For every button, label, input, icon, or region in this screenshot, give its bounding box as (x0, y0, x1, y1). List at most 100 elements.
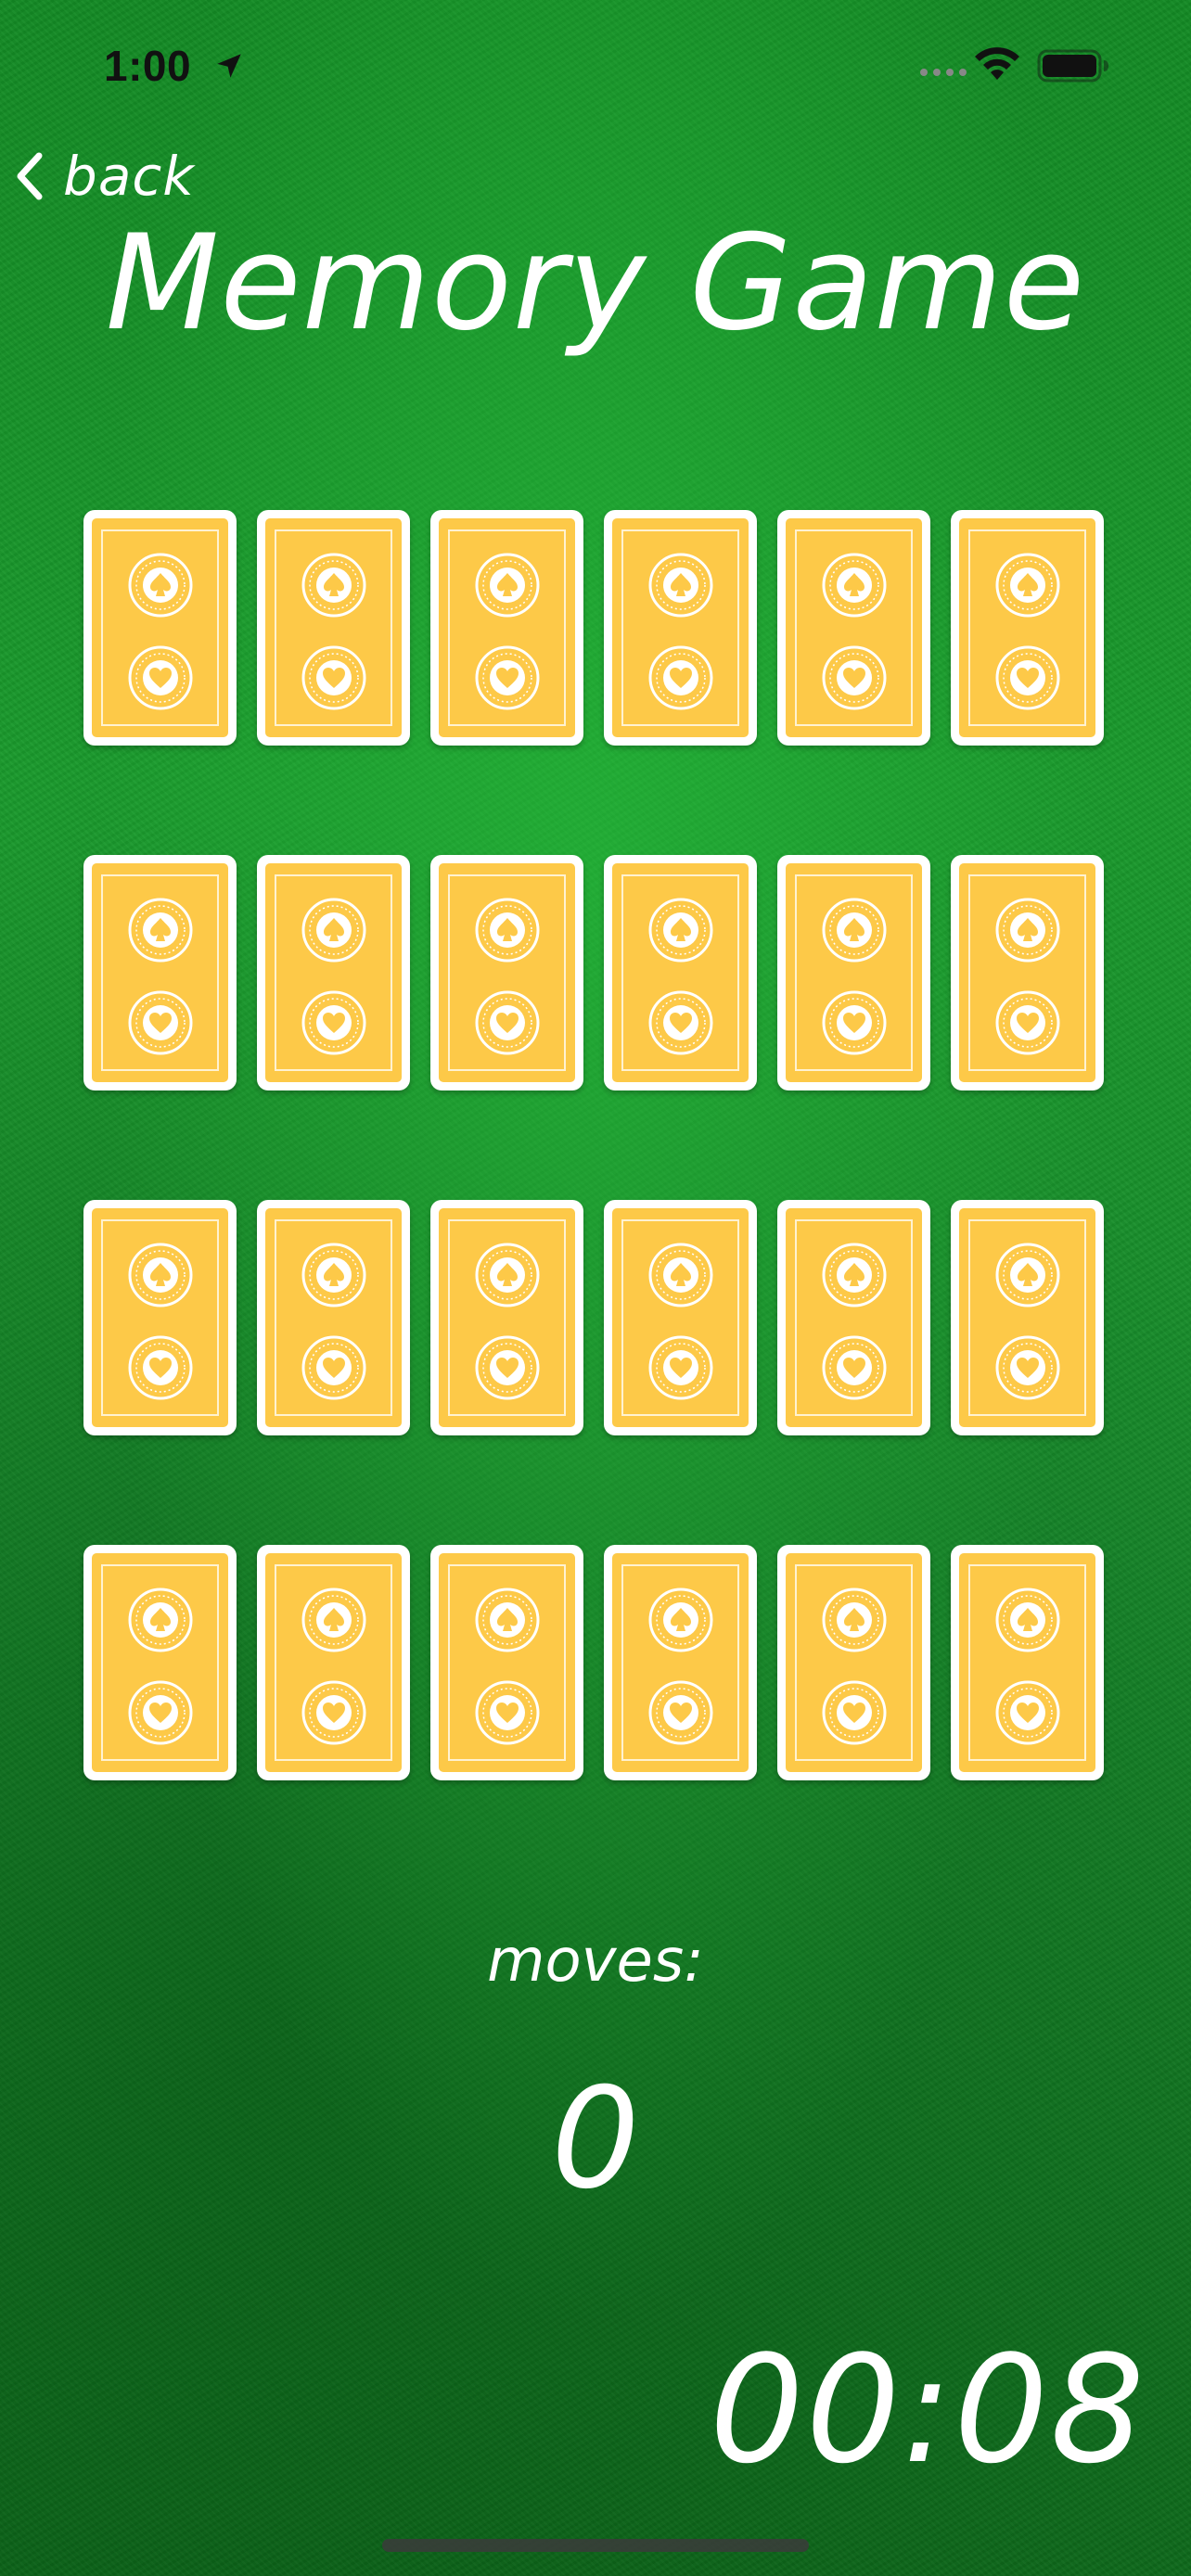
card-3-2[interactable] (257, 1200, 410, 1435)
status-bar: 1:00 (0, 0, 1191, 130)
cellular-signal-icon (920, 69, 967, 76)
heart-emblem-icon (475, 1680, 539, 1745)
card-1-3[interactable] (430, 510, 583, 746)
heart-emblem-icon (475, 645, 539, 710)
card-4-2[interactable] (257, 1545, 410, 1780)
spade-emblem-icon (648, 1243, 712, 1307)
heart-emblem-icon (822, 1335, 886, 1400)
heart-emblem-icon (475, 1335, 539, 1400)
card-back (612, 1553, 749, 1772)
heart-emblem-icon (995, 1335, 1059, 1400)
wifi-icon (975, 47, 1019, 80)
heart-emblem-icon (822, 645, 886, 710)
heart-emblem-icon (648, 990, 712, 1055)
card-2-1[interactable] (83, 855, 237, 1090)
card-back (439, 863, 575, 1082)
card-back (265, 518, 402, 737)
card-back (265, 1208, 402, 1427)
heart-emblem-icon (648, 1680, 712, 1745)
spade-emblem-icon (128, 1243, 192, 1307)
spade-emblem-icon (475, 1243, 539, 1307)
card-1-4[interactable] (604, 510, 757, 746)
spade-emblem-icon (822, 553, 886, 618)
card-4-4[interactable] (604, 1545, 757, 1780)
spade-emblem-icon (128, 553, 192, 618)
card-back (265, 1553, 402, 1772)
card-back (612, 518, 749, 737)
spade-emblem-icon (128, 1588, 192, 1652)
card-4-6[interactable] (951, 1545, 1104, 1780)
card-3-3[interactable] (430, 1200, 583, 1435)
card-2-2[interactable] (257, 855, 410, 1090)
card-back (92, 1208, 228, 1427)
card-back (439, 1208, 575, 1427)
location-arrow-icon (217, 54, 241, 78)
spade-emblem-icon (822, 898, 886, 963)
card-2-4[interactable] (604, 855, 757, 1090)
card-1-5[interactable] (777, 510, 930, 746)
back-label: back (63, 145, 195, 208)
heart-emblem-icon (301, 1335, 365, 1400)
heart-emblem-icon (475, 990, 539, 1055)
spade-emblem-icon (475, 553, 539, 618)
spade-emblem-icon (995, 898, 1059, 963)
spade-emblem-icon (822, 1588, 886, 1652)
card-4-3[interactable] (430, 1545, 583, 1780)
heart-emblem-icon (301, 990, 365, 1055)
spade-emblem-icon (475, 1588, 539, 1652)
heart-emblem-icon (128, 1335, 192, 1400)
card-back (786, 518, 922, 737)
heart-emblem-icon (128, 645, 192, 710)
card-2-6[interactable] (951, 855, 1104, 1090)
spade-emblem-icon (995, 1588, 1059, 1652)
page-title: Memory Game (105, 207, 1086, 360)
card-back (959, 1208, 1095, 1427)
card-back (612, 1208, 749, 1427)
heart-emblem-icon (995, 990, 1059, 1055)
card-back (92, 863, 228, 1082)
card-2-5[interactable] (777, 855, 930, 1090)
spade-emblem-icon (995, 1243, 1059, 1307)
heart-emblem-icon (301, 1680, 365, 1745)
card-back (959, 863, 1095, 1082)
timer: 00:08 (709, 2323, 1146, 2496)
spade-emblem-icon (301, 898, 365, 963)
spade-emblem-icon (648, 553, 712, 618)
moves-label: moves: (487, 1927, 704, 1996)
card-back (92, 518, 228, 737)
heart-emblem-icon (822, 1680, 886, 1745)
spade-emblem-icon (301, 553, 365, 618)
heart-emblem-icon (995, 645, 1059, 710)
spade-emblem-icon (301, 1588, 365, 1652)
card-4-5[interactable] (777, 1545, 930, 1780)
heart-emblem-icon (301, 645, 365, 710)
card-1-1[interactable] (83, 510, 237, 746)
moves-count: 0 (551, 2059, 640, 2220)
card-back (92, 1553, 228, 1772)
card-1-2[interactable] (257, 510, 410, 746)
chevron-left-icon (17, 152, 43, 200)
card-back (959, 1553, 1095, 1772)
spade-emblem-icon (128, 898, 192, 963)
status-time: 1:00 (104, 42, 192, 90)
spade-emblem-icon (648, 1588, 712, 1652)
heart-emblem-icon (995, 1680, 1059, 1745)
card-3-4[interactable] (604, 1200, 757, 1435)
card-3-1[interactable] (83, 1200, 237, 1435)
heart-emblem-icon (128, 1680, 192, 1745)
card-4-1[interactable] (83, 1545, 237, 1780)
card-2-3[interactable] (430, 855, 583, 1090)
card-back (439, 518, 575, 737)
battery-icon (1037, 49, 1108, 83)
home-indicator[interactable] (382, 2539, 809, 2552)
card-1-6[interactable] (951, 510, 1104, 746)
heart-emblem-icon (822, 990, 886, 1055)
back-button[interactable]: back (13, 139, 195, 213)
card-back (786, 1553, 922, 1772)
spade-emblem-icon (822, 1243, 886, 1307)
card-back (959, 518, 1095, 737)
card-3-6[interactable] (951, 1200, 1104, 1435)
card-3-5[interactable] (777, 1200, 930, 1435)
card-back (439, 1553, 575, 1772)
card-back (786, 1208, 922, 1427)
